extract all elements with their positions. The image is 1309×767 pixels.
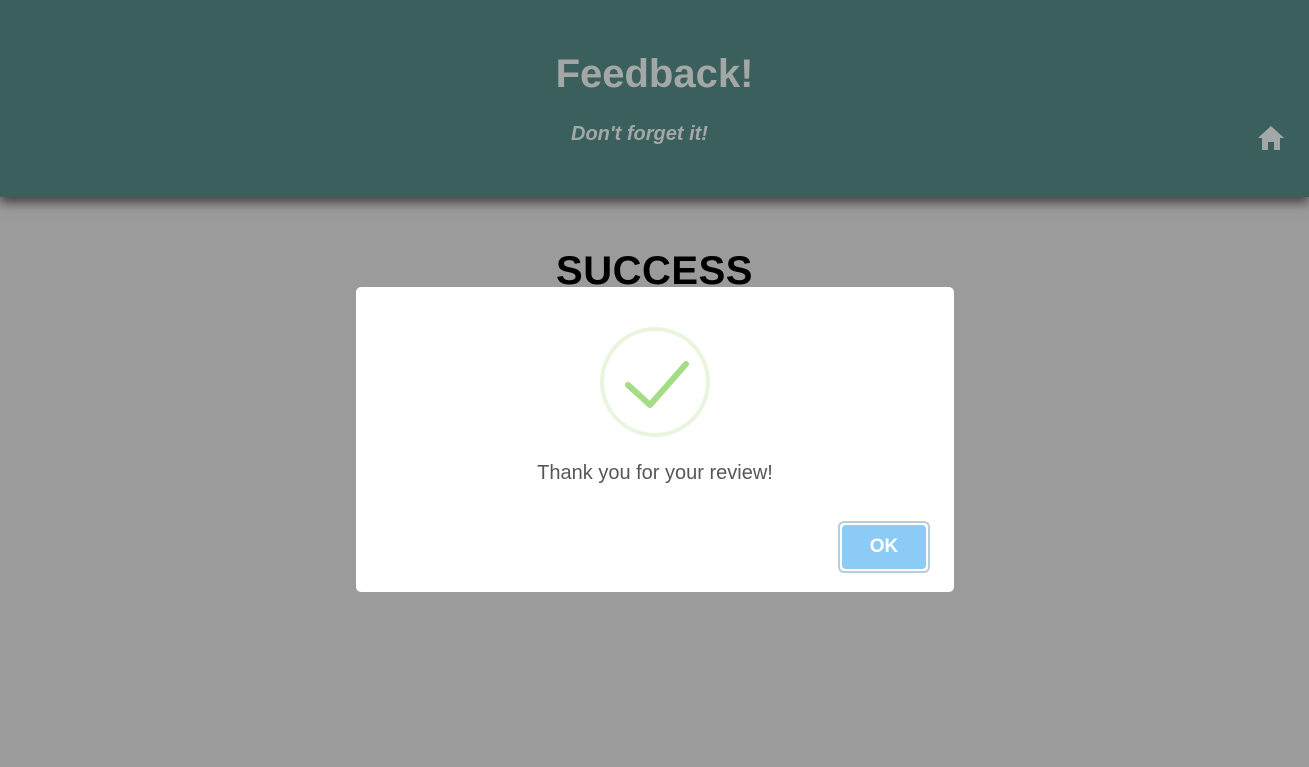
ok-button-label: OK (842, 525, 926, 569)
home-icon (1258, 126, 1284, 150)
dialog-message: Thank you for your review! (537, 462, 773, 484)
success-dialog: Thank you for your review! OK (356, 287, 954, 592)
ok-button[interactable]: OK (838, 521, 930, 573)
site-header: Feedback! Don't forget it! (0, 0, 1309, 197)
site-subtitle: Don't forget it! (571, 123, 708, 145)
site-title: Feedback! (555, 52, 754, 96)
check-icon (600, 327, 710, 437)
home-button[interactable] (1256, 124, 1286, 152)
